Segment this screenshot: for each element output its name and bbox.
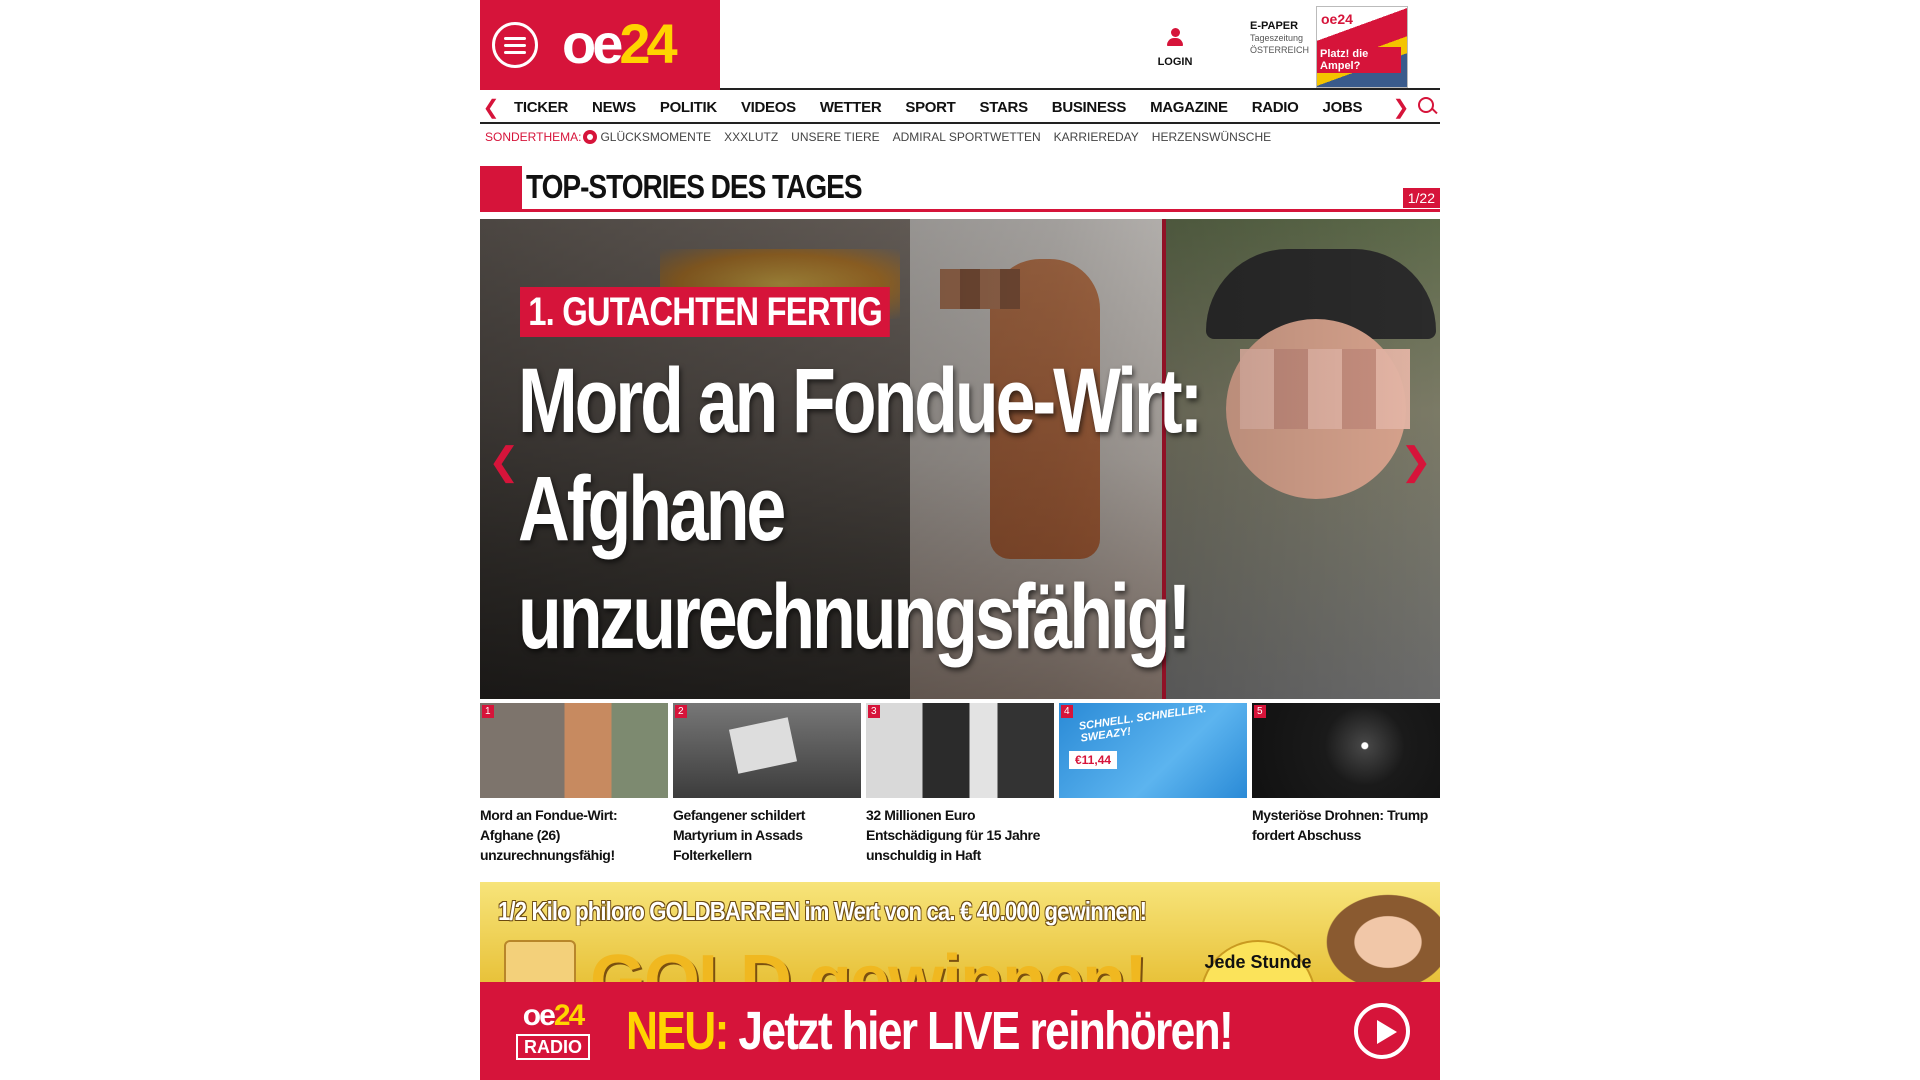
- story-thumb-3[interactable]: 3 32 Millionen Euro Entschädigung für 15…: [866, 703, 1054, 873]
- menu-line-icon: [504, 36, 526, 40]
- nav-item-business[interactable]: BUSINESS: [1040, 99, 1138, 116]
- special-topic-label: SONDERTHEMA:: [485, 130, 582, 144]
- section-marker: [480, 166, 522, 209]
- special-topic-xxxlutz[interactable]: XXXLUTZ: [724, 130, 778, 144]
- nav-scroll-left-icon[interactable]: ❮: [480, 95, 502, 120]
- story-number: 5: [1254, 705, 1266, 718]
- nav-item-news[interactable]: NEWS: [580, 99, 648, 116]
- epaper-cover-logo: oe24: [1321, 11, 1353, 27]
- radio-logo-label: RADIO: [516, 1034, 590, 1060]
- story-caption: 32 Millionen Euro Entschädigung für 15 J…: [866, 807, 1040, 863]
- site-logo[interactable]: oe24: [562, 12, 678, 75]
- hamburger-menu-button[interactable]: [492, 22, 538, 68]
- nav-item-radio[interactable]: RADIO: [1240, 99, 1311, 116]
- story-thumb-image: 2: [673, 703, 861, 798]
- logo-num: 24: [619, 12, 677, 75]
- ad-badge: Jede Stunde: [1200, 940, 1316, 982]
- story-thumb-image: 1: [480, 703, 668, 798]
- radio-logo-num: 24: [553, 999, 585, 1032]
- login-label: LOGIN: [1157, 56, 1193, 68]
- special-topic-gluecksmomente[interactable]: GLÜCKSMOMENTE: [600, 130, 711, 144]
- epaper-country: ÖSTERREICH: [1250, 45, 1310, 55]
- menu-line-icon: [504, 43, 526, 47]
- story-thumb-5[interactable]: 5 Mysteriöse Drohnen: Trump fordert Absc…: [1252, 703, 1440, 873]
- hero-prev-icon[interactable]: ❮: [488, 439, 520, 484]
- menu-line-icon: [504, 50, 526, 54]
- epaper-cover-thumbnail[interactable]: oe24 Platz! die Ampel?: [1316, 6, 1408, 88]
- story-thumb-1[interactable]: 1 Mord an Fondue-Wirt: Afghane (26) unzu…: [480, 703, 668, 873]
- nav-item-ticker[interactable]: TICKER: [502, 99, 580, 116]
- nav-item-magazine[interactable]: MAGAZINE: [1138, 99, 1240, 116]
- gluecksmomente-icon: [583, 130, 598, 144]
- ad-slogan: SCHNELL. SCHNELLER. SWEAZY!: [1078, 703, 1207, 745]
- story-number: 4: [1061, 705, 1073, 718]
- radio-logo-text: oe24: [508, 1000, 598, 1032]
- site-header: oe24 LOGIN E-PAPER Tageszeitung ÖSTERREI…: [480, 0, 1440, 90]
- epaper-cover-headline: Platz! die Ampel?: [1317, 47, 1401, 73]
- story-caption: Mord an Fondue-Wirt: Afghane (26) unzure…: [480, 807, 618, 863]
- story-caption: Mysteriöse Drohnen: Trump fordert Abschu…: [1252, 807, 1428, 843]
- ad-big-text: GOLD gewinnen!: [590, 941, 1148, 982]
- story-thumb-4-ad[interactable]: 4 SCHNELL. SCHNELLER. SWEAZY! €11,44: [1059, 703, 1247, 873]
- main-navigation: ❮ TICKER NEWS POLITIK VIDEOS WETTER SPOR…: [480, 92, 1440, 124]
- hero-headline: Mord an Fondue-Wirt: Afghane unzurechnun…: [518, 350, 1203, 668]
- slide-counter: 1/22: [1402, 188, 1440, 208]
- hero-next-icon[interactable]: ❯: [1400, 439, 1432, 484]
- play-icon[interactable]: [1354, 1003, 1410, 1059]
- nav-item-politik[interactable]: POLITIK: [648, 99, 729, 116]
- gold-bar-icon: [504, 940, 576, 982]
- radio-cta: NEU: Jetzt hier LIVE reinhören!: [626, 1000, 1234, 1062]
- ad-model-image: [1310, 882, 1440, 982]
- radio-cta-text: Jetzt hier LIVE reinhören!: [738, 1001, 1233, 1061]
- hero-story[interactable]: 1. GUTACHTEN FERTIG Mord an Fondue-Wirt:…: [480, 219, 1440, 699]
- nav-scroll-right-icon[interactable]: ❯: [1390, 95, 1412, 120]
- story-thumb-image: 3: [866, 703, 1054, 798]
- radio-new-label: NEU:: [626, 1001, 729, 1061]
- radio-logo-oe: oe: [522, 999, 556, 1032]
- ad-headline: 1/2 Kilo philoro GOLDBARREN im Wert von …: [498, 896, 1147, 926]
- nav-item-videos[interactable]: VIDEOS: [729, 99, 808, 116]
- nav-item-stars[interactable]: STARS: [968, 99, 1040, 116]
- special-topic-herzenswuensche[interactable]: HERZENSWÜNSCHE: [1152, 130, 1271, 144]
- story-caption: Gefangener schildert Martyrium in Assads…: [673, 807, 806, 863]
- nav-list: TICKER NEWS POLITIK VIDEOS WETTER SPORT …: [502, 99, 1390, 116]
- nav-item-wetter[interactable]: WETTER: [808, 99, 894, 116]
- logo-box: oe24: [480, 0, 720, 90]
- radio-live-bar[interactable]: oe24 RADIO NEU: Jetzt hier LIVE reinhöre…: [480, 982, 1440, 1080]
- special-topic-karriereday[interactable]: KARRIEREDAY: [1054, 130, 1139, 144]
- page: oe24 LOGIN E-PAPER Tageszeitung ÖSTERREI…: [480, 0, 1440, 1080]
- gold-ad-banner[interactable]: 1/2 Kilo philoro GOLDBARREN im Wert von …: [480, 882, 1440, 982]
- special-topic-unsere-tiere[interactable]: UNSERE TIERE: [791, 130, 879, 144]
- login-button[interactable]: LOGIN: [1150, 28, 1200, 70]
- nav-item-sport[interactable]: SPORT: [893, 99, 967, 116]
- special-topic-admiral[interactable]: ADMIRAL SPORTWETTEN: [893, 130, 1041, 144]
- special-topics-bar: SONDERTHEMA: GLÜCKSMOMENTE XXXLUTZ UNSER…: [480, 126, 1440, 148]
- section-title: TOP-STORIES DES TAGES: [526, 168, 863, 205]
- story-number: 3: [868, 705, 880, 718]
- search-icon[interactable]: [1412, 93, 1440, 121]
- logo-oe: oe: [562, 12, 623, 75]
- epaper-title: E-PAPER: [1250, 20, 1299, 32]
- story-thumb-image: 4 SCHNELL. SCHNELLER. SWEAZY! €11,44: [1059, 703, 1247, 798]
- ad-price: €11,44: [1069, 751, 1118, 769]
- story-number: 1: [482, 705, 494, 718]
- radio-logo: oe24 RADIO: [508, 1000, 598, 1060]
- story-thumbnails: 1 Mord an Fondue-Wirt: Afghane (26) unzu…: [480, 703, 1440, 873]
- epaper-link[interactable]: E-PAPER Tageszeitung ÖSTERREICH: [1250, 20, 1320, 56]
- section-header: TOP-STORIES DES TAGES 1/22: [480, 166, 1440, 212]
- story-thumb-image: 5: [1252, 703, 1440, 798]
- epaper-subtitle: Tageszeitung: [1250, 33, 1304, 43]
- story-thumb-2[interactable]: 2 Gefangener schildert Martyrium in Assa…: [673, 703, 861, 873]
- user-icon: [1167, 28, 1183, 48]
- story-number: 2: [675, 705, 687, 718]
- hero-kicker: 1. GUTACHTEN FERTIG: [520, 287, 891, 337]
- nav-item-jobs[interactable]: JOBS: [1311, 99, 1375, 116]
